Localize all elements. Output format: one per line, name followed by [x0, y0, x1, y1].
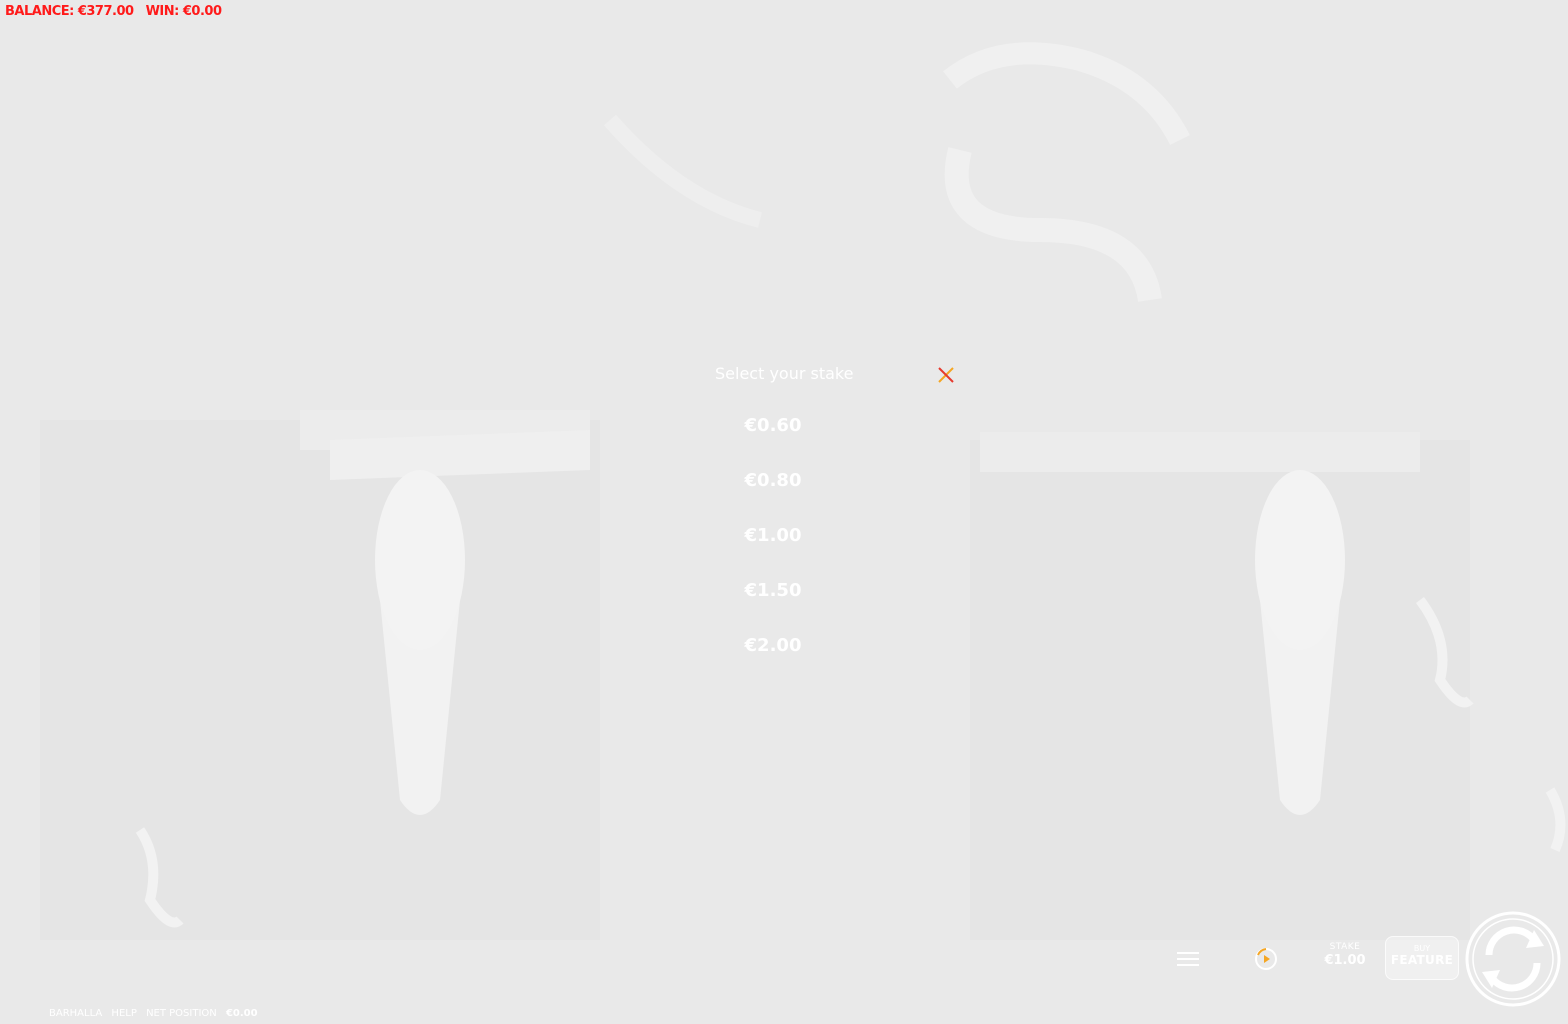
autoplay-button[interactable]	[1254, 947, 1278, 971]
stake-options-list: €0.60 €0.80 €1.00 €1.50 €2.00	[700, 408, 846, 683]
stake-selector-title: Select your stake	[715, 364, 854, 383]
stake-option[interactable]: €1.50	[700, 573, 846, 628]
net-position-value: €0.00	[225, 1008, 258, 1019]
stake-value: €1.00	[1324, 953, 1366, 968]
game-stage: BALANCE: €377.00 WIN: €0.00 Select your …	[0, 0, 1568, 1024]
net-position-label: NET POSITION	[146, 1008, 217, 1019]
autoplay-icon	[1255, 948, 1277, 970]
stake-option[interactable]: €0.80	[700, 463, 846, 518]
stake-option[interactable]: €1.00	[700, 518, 846, 573]
stake-option[interactable]: €0.60	[700, 408, 846, 463]
help-link[interactable]: HELP	[111, 1008, 136, 1019]
win-text: WIN: €0.00	[145, 4, 222, 19]
balance-text: BALANCE: €377.00	[5, 4, 134, 19]
stake-display-button[interactable]: STAKE €1.00	[1318, 942, 1372, 968]
spin-button[interactable]	[1464, 910, 1562, 1008]
stake-option[interactable]: €2.00	[700, 628, 846, 683]
game-name: BARHALLA	[49, 1008, 103, 1019]
close-icon	[938, 367, 954, 383]
buy-feature-label-bottom: FEATURE	[1390, 953, 1454, 967]
buy-feature-button[interactable]: BUY FEATURE	[1385, 936, 1459, 980]
stake-label: STAKE	[1329, 942, 1361, 952]
buy-feature-label-top: BUY	[1413, 944, 1431, 953]
spin-icon	[1465, 911, 1561, 1007]
menu-icon	[1177, 952, 1199, 966]
stake-selector-panel: Select your stake €0.60 €0.80 €1.00 €1.5…	[700, 360, 970, 670]
menu-button[interactable]	[1177, 949, 1199, 969]
bottom-info-bar: BARHALLA HELP NET POSITION €0.00	[49, 1008, 264, 1019]
close-button[interactable]	[936, 365, 956, 385]
top-status: BALANCE: €377.00 WIN: €0.00	[5, 4, 230, 19]
